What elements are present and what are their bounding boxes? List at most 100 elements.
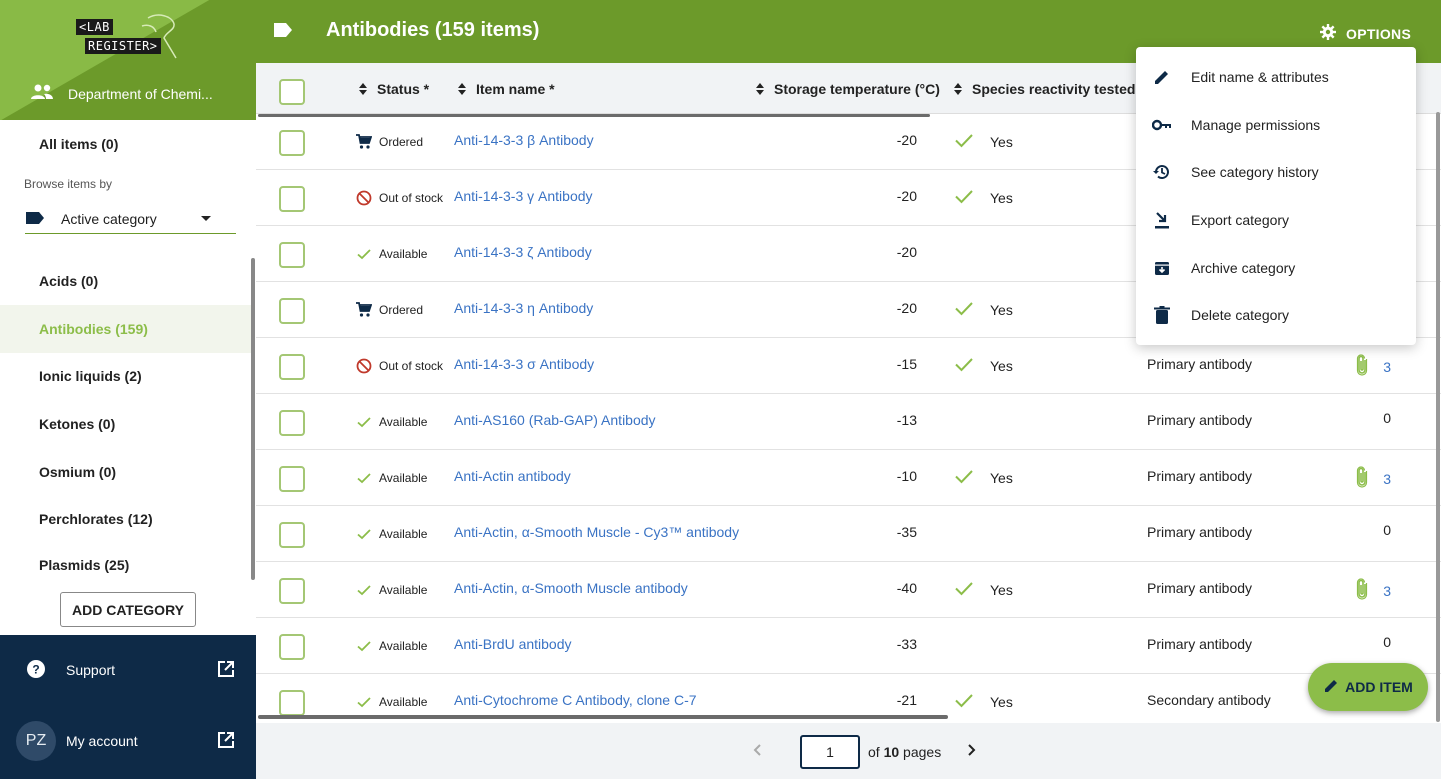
paperclip-icon: [1355, 354, 1369, 379]
attachments-link[interactable]: 0: [1346, 522, 1391, 538]
row-checkbox[interactable]: [279, 410, 305, 436]
attachments-link[interactable]: 3: [1346, 354, 1391, 379]
column-species-reactivity-label: Species reactivity tested: [972, 80, 1136, 97]
row-checkbox[interactable]: [279, 298, 305, 324]
add-item-label: ADD ITEM: [1345, 679, 1413, 695]
menu-item-category-history[interactable]: See category history: [1136, 148, 1416, 195]
row-checkbox[interactable]: [279, 578, 305, 604]
item-name-link[interactable]: Anti-Actin, α-Smooth Muscle antibody: [454, 580, 688, 596]
attachments-link[interactable]: 3: [1346, 466, 1391, 491]
sidebar-item-all-items[interactable]: All items (0): [0, 120, 251, 168]
row-checkbox[interactable]: [279, 186, 305, 212]
column-species-reactivity[interactable]: Species reactivity tested: [954, 63, 1135, 114]
item-name-link[interactable]: Anti-Actin antibody: [454, 468, 571, 484]
horizontal-scrollbar[interactable]: [258, 715, 948, 719]
attachments-link[interactable]: 3: [1346, 578, 1391, 603]
status-label: Out of stock: [379, 359, 444, 373]
tested-value: Yes: [990, 189, 1013, 206]
menu-item-edit-name[interactable]: Edit name & attributes: [1136, 53, 1416, 100]
sidebar-item-ionic-liquids[interactable]: Ionic liquids (2): [0, 352, 251, 400]
sidebar-item-osmium[interactable]: Osmium (0): [0, 448, 251, 496]
page-number-input[interactable]: [800, 735, 860, 769]
item-name-link[interactable]: Anti-14-3-3 γ Antibody: [454, 188, 593, 204]
select-all-checkbox[interactable]: [279, 79, 305, 105]
table-row[interactable]: Available Anti-AS160 (Rab-GAP) Antibody -1…: [256, 394, 1441, 450]
cart-icon: [356, 134, 372, 150]
menu-item-export-category[interactable]: Export category: [1136, 196, 1416, 243]
column-storage-temperature[interactable]: Storage temperature (°C): [756, 63, 940, 114]
next-page-icon[interactable]: [967, 743, 977, 762]
item-name-link[interactable]: Anti-BrdU antibody: [454, 636, 572, 652]
support-link[interactable]: ? Support: [0, 645, 256, 695]
antibody-type: Primary antibody: [1147, 468, 1253, 484]
row-checkbox[interactable]: [279, 242, 305, 268]
sidebar-item-acids[interactable]: Acids (0): [0, 257, 251, 305]
status-badge: Out of stock: [356, 170, 443, 226]
browse-by-select[interactable]: Active category: [25, 205, 236, 234]
species-reactivity-tested: Yes: [954, 468, 1013, 487]
sidebar-item-plasmids[interactable]: Plasmids (25): [0, 541, 251, 589]
sidebar-item-antibodies[interactable]: Antibodies (159): [0, 305, 251, 353]
antibody-type: Primary antibody: [1147, 636, 1253, 652]
check-icon: [954, 580, 974, 599]
row-checkbox[interactable]: [279, 354, 305, 380]
row-checkbox[interactable]: [279, 690, 305, 716]
menu-item-label: Edit name & attributes: [1191, 68, 1329, 85]
app-logo[interactable]: <LAB REGISTER>: [76, 14, 177, 59]
row-checkbox[interactable]: [279, 634, 305, 660]
row-checkbox[interactable]: [279, 130, 305, 156]
attachments-count: 0: [1383, 634, 1391, 650]
vertical-scrollbar[interactable]: [1436, 112, 1440, 722]
attachments-link[interactable]: 0: [1346, 634, 1391, 650]
menu-item-delete-category[interactable]: Delete category: [1136, 291, 1416, 338]
column-status[interactable]: Status *: [359, 63, 429, 114]
storage-temperature: -21: [896, 692, 917, 708]
options-button[interactable]: OPTIONS: [1320, 24, 1411, 43]
item-name-link[interactable]: Anti-14-3-3 ζ Antibody: [454, 244, 592, 260]
label-icon: [25, 211, 45, 228]
attachments-link[interactable]: 0: [1346, 410, 1391, 426]
dropdown-arrow-icon: [201, 216, 211, 221]
page-count: of 10 pages: [868, 744, 941, 760]
status-label: Ordered: [379, 303, 424, 317]
table-row[interactable]: Available Anti-BrdU antibody -33 Primary an…: [256, 618, 1441, 674]
item-name-link[interactable]: Anti-AS160 (Rab-GAP) Antibody: [454, 412, 656, 428]
item-name-link[interactable]: Anti-14-3-3 η Antibody: [454, 300, 593, 316]
storage-temperature: -33: [896, 636, 917, 652]
item-name-link[interactable]: Anti-Actin, α-Smooth Muscle - Cy3™ antib…: [454, 524, 739, 540]
table-row[interactable]: Available Anti-Actin, α-Smooth Muscle ant…: [256, 562, 1441, 618]
storage-temperature: -20: [896, 300, 917, 316]
menu-item-archive-category[interactable]: Archive category: [1136, 244, 1416, 291]
sidebar-item-perchlorates[interactable]: Perchlorates (12): [0, 495, 251, 543]
table-row[interactable]: Available Anti-Actin antibody -10 Yes Primar…: [256, 450, 1441, 506]
row-checkbox[interactable]: [279, 522, 305, 548]
sidebar-scrollbar[interactable]: [251, 258, 255, 580]
table-row[interactable]: Out of stock Anti-14-3-3 σ Antibody -15 Yes…: [256, 338, 1441, 394]
status-label: Available: [379, 471, 428, 485]
menu-item-manage-permissions[interactable]: Manage permissions: [1136, 101, 1416, 148]
tested-value: Yes: [990, 301, 1013, 318]
column-item-name[interactable]: Item name *: [458, 63, 555, 114]
my-account-link[interactable]: PZ My account: [0, 716, 256, 766]
status-badge: Out of stock: [356, 338, 443, 394]
add-item-button[interactable]: ADD ITEM: [1308, 663, 1428, 711]
item-name-link[interactable]: Anti-14-3-3 β Antibody: [454, 132, 594, 148]
previous-page-icon[interactable]: [752, 743, 762, 762]
archive-icon: [1151, 257, 1173, 279]
storage-temperature: -10: [896, 468, 917, 484]
menu-item-label: See category history: [1191, 163, 1319, 180]
department-switcher[interactable]: Department of Chemi...: [30, 84, 213, 103]
add-category-button[interactable]: ADD CATEGORY: [60, 592, 196, 627]
sidebar-item-ketones[interactable]: Ketones (0): [0, 400, 251, 448]
attachments-count: 3: [1383, 470, 1391, 487]
check-icon: [954, 692, 974, 711]
pencil-icon: [1151, 66, 1173, 88]
status-label: Available: [379, 639, 428, 653]
row-checkbox[interactable]: [279, 466, 305, 492]
pagination: of 10 pages: [256, 723, 1441, 779]
page-count-total: 10: [883, 744, 900, 760]
status-badge: Available: [356, 450, 427, 506]
table-row[interactable]: Available Anti-Actin, α-Smooth Muscle - C…: [256, 506, 1441, 562]
item-name-link[interactable]: Anti-14-3-3 σ Antibody: [454, 356, 594, 372]
item-name-link[interactable]: Anti-Cytochrome C Antibody, clone C-7: [454, 692, 697, 708]
